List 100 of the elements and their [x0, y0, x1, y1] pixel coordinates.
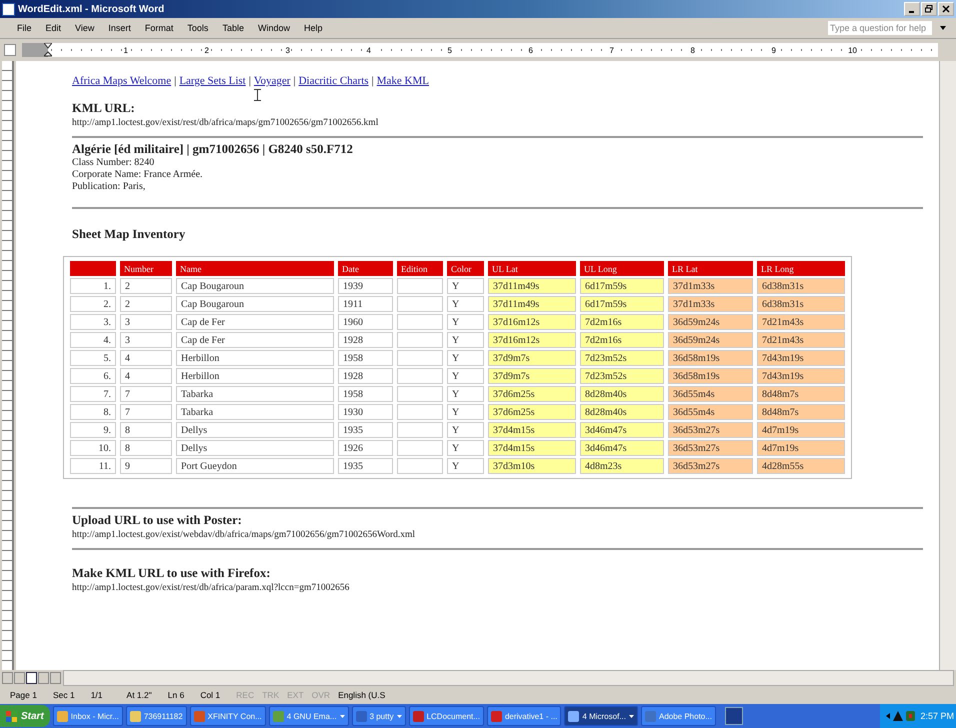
table-cell: Y — [447, 350, 484, 366]
table-cell: Y — [447, 332, 484, 348]
status-text: Page 1 — [9, 690, 38, 700]
table-cell: Dellys — [176, 422, 334, 438]
separator-text: | — [174, 75, 176, 87]
menu-item[interactable]: Tools — [180, 23, 216, 33]
url-text: http://amp1.loctest.gov/exist/rest/db/africa/param.xql?lccn=gm71002656 — [72, 583, 350, 593]
taskbar-button[interactable]: XFINITY Con... — [190, 706, 266, 726]
taskbar-button[interactable]: 4 GNU Ema... — [268, 706, 349, 726]
table-cell: Tabarka — [176, 386, 334, 402]
table-cell: 37d4m15s — [488, 422, 576, 438]
table-cell: 36d53m27s — [668, 422, 753, 438]
table-cell: 10. — [70, 440, 116, 456]
table-cell: 3d46m47s — [580, 440, 664, 456]
help-search-field[interactable]: Type a question for help — [828, 21, 932, 35]
table-cell: 37d1m33s — [668, 278, 753, 294]
indent-marker-icon[interactable] — [44, 43, 52, 57]
record-detail: Class Number: 8240 — [72, 157, 156, 169]
table-cell: 36d59m24s — [668, 314, 753, 330]
app-icon — [194, 710, 205, 722]
menu-item[interactable]: File — [10, 23, 39, 33]
table-cell: Y — [447, 386, 484, 402]
column-header: Number — [120, 261, 172, 276]
table-cell: 8d48m7s — [757, 386, 845, 402]
start-button[interactable]: Start — [0, 705, 50, 727]
restore-icon — [925, 5, 933, 13]
table-cell: 6d17m59s — [580, 296, 664, 312]
nav-link[interactable]: Africa Maps Welcome — [72, 75, 172, 87]
separator-text: | — [293, 75, 296, 87]
ruler-number: 4 — [366, 46, 372, 54]
nav-link[interactable]: Voyager — [254, 75, 290, 87]
table-cell: 6d38m31s — [757, 278, 845, 294]
table-cell: 7d21m43s — [757, 332, 845, 348]
caret-icon[interactable] — [940, 26, 946, 30]
view-button[interactable] — [26, 672, 37, 684]
taskbar-button[interactable]: 3 putty — [352, 706, 406, 726]
table-cell: Y — [447, 368, 484, 384]
status-text: Col 1 — [199, 690, 222, 700]
table-cell: 3d46m47s — [580, 422, 664, 438]
table-cell: 37d9m7s — [488, 368, 576, 384]
table-cell: 8d28m40s — [580, 386, 664, 402]
taskbar-button[interactable]: 736911182 — [126, 706, 187, 726]
text-cursor-icon — [254, 89, 261, 101]
minimize-button[interactable] — [904, 2, 920, 16]
menu-item[interactable]: Table — [215, 23, 251, 33]
horizontal-scrollbar[interactable] — [63, 670, 954, 686]
table-cell: 7 — [120, 404, 172, 420]
table-cell: 36d58m19s — [668, 368, 753, 384]
taskbar-button[interactable]: Inbox - Micr... — [52, 706, 123, 726]
ruler-number: 3 — [284, 46, 291, 54]
nav-link[interactable]: Diacritic Charts — [298, 75, 369, 87]
taskbar-button[interactable]: Adobe Photo... — [640, 706, 716, 726]
table-cell: 1. — [70, 278, 116, 294]
desktop-icon[interactable] — [724, 707, 743, 725]
table-cell: 7d23m52s — [580, 368, 664, 384]
table-cell: 37d3m10s — [488, 458, 576, 474]
menu-item[interactable]: Insert — [101, 23, 138, 33]
table-cell: 36d55m4s — [668, 386, 753, 402]
menu-item[interactable]: Format — [138, 23, 180, 33]
table-cell: 4d7m19s — [757, 422, 845, 438]
url-text: http://amp1.loctest.gov/exist/webdav/db/africa/maps/gm71002656/gm71002656Word.xml — [72, 530, 416, 540]
section-heading: Upload URL to use with Poster: — [72, 513, 243, 528]
taskbar-button[interactable]: 4 Microsof... — [564, 706, 638, 726]
nav-link[interactable]: Make KML — [376, 75, 429, 87]
taskbar-button[interactable]: derivative1 - ... — [486, 706, 562, 726]
menu-item[interactable]: Edit — [38, 23, 68, 33]
table-cell: Herbillon — [176, 368, 334, 384]
table-cell: 3. — [70, 314, 116, 330]
table-cell: 8 — [120, 422, 172, 438]
table-cell: 1939 — [338, 278, 393, 294]
table-cell: 6d38m31s — [757, 296, 845, 312]
taskbar-button[interactable]: LCDocument... — [408, 706, 484, 726]
table-cell: 37d16m12s — [488, 314, 576, 330]
status-text: Ln 6 — [166, 690, 186, 700]
table-cell: Dellys — [176, 440, 334, 456]
table-cell: 36d55m4s — [668, 404, 753, 420]
vertical-scrollbar[interactable] — [939, 61, 956, 670]
table-cell: 37d6m25s — [488, 404, 576, 420]
menu-item[interactable]: Help — [296, 23, 330, 33]
status-text: At 1.2" — [126, 690, 153, 700]
table-cell: 7d43m19s — [757, 368, 845, 384]
table-cell: 4d28m55s — [757, 458, 845, 474]
table-cell: 1928 — [338, 368, 393, 384]
table-cell: 1935 — [338, 422, 393, 438]
tray-icons[interactable] — [886, 710, 916, 722]
tab-selector-button[interactable] — [4, 44, 16, 56]
separator-text: | — [372, 75, 374, 87]
table-cell: 37d11m49s — [488, 278, 576, 294]
nav-link[interactable]: Large Sets List — [179, 75, 246, 87]
table-cell: 2 — [120, 278, 172, 294]
menu-item[interactable]: View — [68, 23, 102, 33]
table-cell: 37d6m25s — [488, 386, 576, 402]
column-header: Name — [176, 261, 334, 276]
status-text: Sec 1 — [52, 690, 76, 700]
menu-item[interactable]: Window — [250, 23, 297, 33]
section-heading: Sheet Map Inventory — [72, 227, 186, 242]
table-cell: Tabarka — [176, 404, 334, 420]
close-button[interactable] — [938, 2, 954, 16]
restore-button[interactable] — [921, 2, 937, 16]
table-cell: 1928 — [338, 332, 393, 348]
